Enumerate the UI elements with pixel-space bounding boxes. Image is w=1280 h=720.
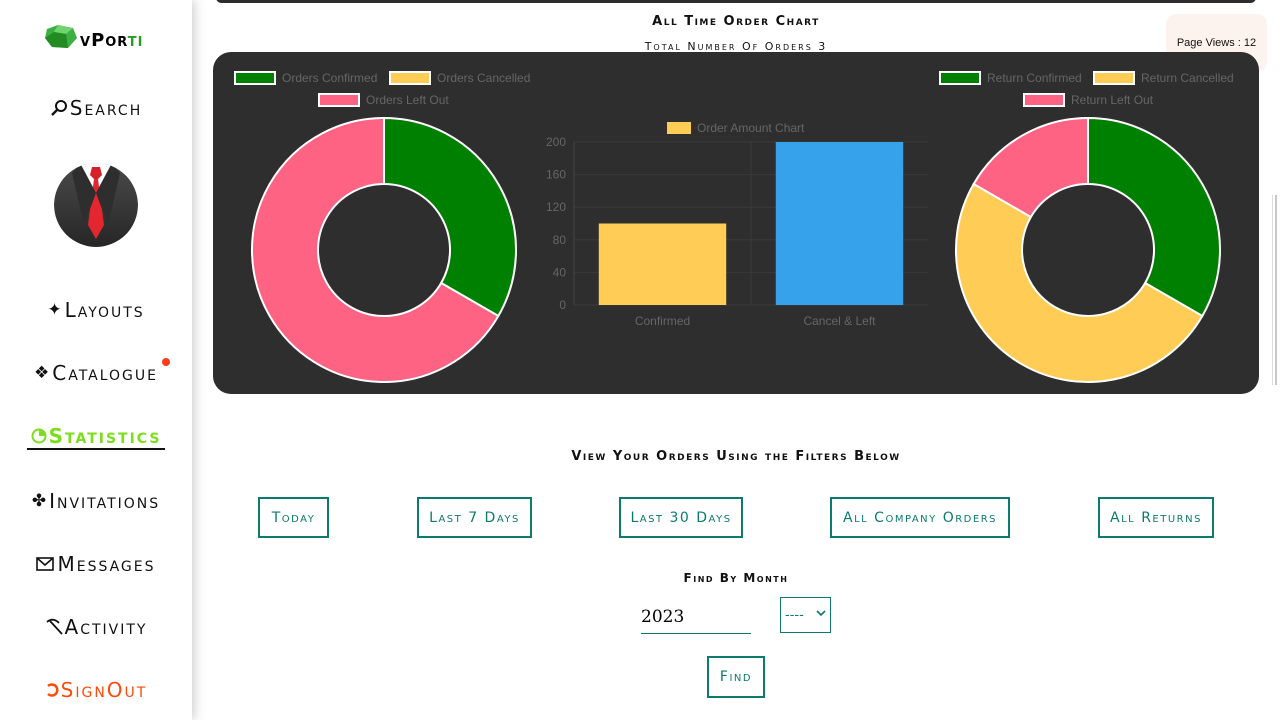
chevron-down-icon bbox=[816, 610, 826, 617]
active-nav-underline bbox=[27, 448, 165, 450]
nav-search-label: Search bbox=[69, 96, 143, 120]
signout-icon bbox=[46, 683, 59, 697]
bar-1 bbox=[775, 142, 904, 305]
orders-legend-leftout-swatch bbox=[318, 93, 360, 107]
bar-ytick-label: 0 bbox=[559, 298, 566, 312]
nav-messages-label: Messages bbox=[57, 552, 156, 576]
nav-activity-label: Activity bbox=[64, 615, 148, 639]
nav-activity[interactable]: Activity bbox=[0, 613, 192, 641]
notification-dot bbox=[162, 358, 170, 366]
brand-logo-icon bbox=[45, 25, 77, 48]
chart-title: All Time Order Chart bbox=[652, 14, 820, 29]
all-company-orders-button[interactable]: All Company Orders bbox=[830, 497, 1010, 538]
brand-name: vPorti bbox=[80, 30, 143, 51]
today-button[interactable]: Today bbox=[258, 497, 329, 538]
returns-legend-cancelled-swatch bbox=[1093, 71, 1135, 85]
search-icon bbox=[50, 100, 67, 116]
bar-ytick-label: 80 bbox=[553, 233, 567, 247]
nav-statistics-label: Statistics bbox=[48, 424, 162, 448]
orders-legend-cancelled-label: Orders Cancelled bbox=[437, 71, 530, 85]
bar-ytick-label: 200 bbox=[546, 135, 566, 149]
sidebar: vPorti Search ✦ Layouts ❖ Catalogue Stat… bbox=[0, 0, 192, 720]
returns-legend-leftout-swatch bbox=[1023, 93, 1065, 107]
returns-legend-confirmed-label: Return Confirmed bbox=[987, 71, 1082, 85]
nav-search[interactable]: Search bbox=[0, 94, 192, 122]
nav-invitations-label: Invitations bbox=[49, 489, 161, 513]
month-select[interactable]: ---- bbox=[780, 597, 831, 633]
brand-name-part1: v bbox=[80, 29, 92, 51]
orders-legend-cancelled-swatch bbox=[389, 71, 431, 85]
month-select-value: ---- bbox=[785, 607, 804, 623]
find-by-month-title: Find By Month bbox=[683, 571, 789, 585]
filters-title: View Your Orders Using the Filters Below bbox=[571, 449, 901, 464]
previous-panel-edge bbox=[216, 0, 1256, 3]
bar-legend-label: Order Amount Chart bbox=[697, 121, 805, 135]
bar-xtick-label: Confirmed bbox=[635, 314, 690, 328]
bar-legend-swatch bbox=[667, 122, 691, 134]
brand-name-part2: Por bbox=[91, 29, 128, 51]
app-root: vPorti Search ✦ Layouts ❖ Catalogue Stat… bbox=[0, 0, 1280, 720]
bar-ytick-label: 160 bbox=[546, 168, 566, 182]
orders-legend-confirmed-swatch bbox=[234, 71, 276, 85]
find-button[interactable]: Find bbox=[707, 656, 765, 698]
club-icon: ✤ bbox=[31, 491, 49, 511]
nav-invitations[interactable]: ✤ Invitations bbox=[0, 487, 192, 515]
returns-legend-leftout-label: Return Left Out bbox=[1071, 93, 1154, 107]
all-returns-button[interactable]: All Returns bbox=[1098, 497, 1214, 538]
returns-legend-confirmed-swatch bbox=[939, 71, 981, 85]
brand[interactable]: vPorti bbox=[44, 22, 143, 52]
nav-statistics[interactable]: Statistics bbox=[0, 422, 192, 450]
diamond-grid-icon: ❖ bbox=[33, 363, 52, 383]
bar-xtick-label: Cancel & Left bbox=[803, 314, 876, 328]
page-views-text: Page Views : 12 bbox=[1176, 37, 1257, 49]
year-input[interactable] bbox=[641, 600, 751, 634]
orders-legend-leftout-label: Orders Left Out bbox=[366, 93, 449, 107]
returns-doughnut-slice-0 bbox=[1087, 116, 1221, 318]
charts-panel: Orders Confirmed Orders Cancelled Orders L… bbox=[213, 52, 1259, 394]
last-7-days-button[interactable]: Last 7 Days bbox=[417, 497, 532, 538]
bar-ytick-label: 40 bbox=[553, 265, 567, 279]
nav-catalogue-label: Catalogue bbox=[52, 361, 158, 385]
scrollbar[interactable] bbox=[1272, 195, 1280, 385]
sparkle-icon: ✦ bbox=[47, 300, 64, 320]
avatar-suit-icon bbox=[54, 163, 138, 247]
avatar[interactable] bbox=[54, 163, 138, 247]
brand-name-part3: ti bbox=[127, 29, 144, 51]
returns-legend-cancelled-label: Return Cancelled bbox=[1141, 71, 1234, 85]
bar-ytick-label: 120 bbox=[546, 200, 566, 214]
nav-layouts[interactable]: ✦ Layouts bbox=[0, 296, 192, 324]
pickaxe-icon bbox=[45, 618, 63, 635]
nav-layouts-label: Layouts bbox=[64, 298, 145, 322]
charts-svg: Orders Confirmed Orders Cancelled Orders L… bbox=[234, 71, 1234, 383]
last-30-days-button[interactable]: Last 30 Days bbox=[619, 497, 743, 538]
scrollbar-thumb[interactable] bbox=[1275, 195, 1277, 385]
bar-0 bbox=[598, 223, 727, 305]
nav-messages[interactable]: Messages bbox=[0, 550, 192, 578]
orders-doughnut-slice-0 bbox=[383, 116, 517, 318]
nav-signout[interactable]: SignOut bbox=[0, 676, 192, 704]
envelope-icon bbox=[36, 557, 55, 571]
orders-legend-confirmed-label: Orders Confirmed bbox=[282, 71, 377, 85]
nav-signout-label: SignOut bbox=[60, 678, 148, 702]
pie-chart-icon bbox=[31, 428, 47, 444]
